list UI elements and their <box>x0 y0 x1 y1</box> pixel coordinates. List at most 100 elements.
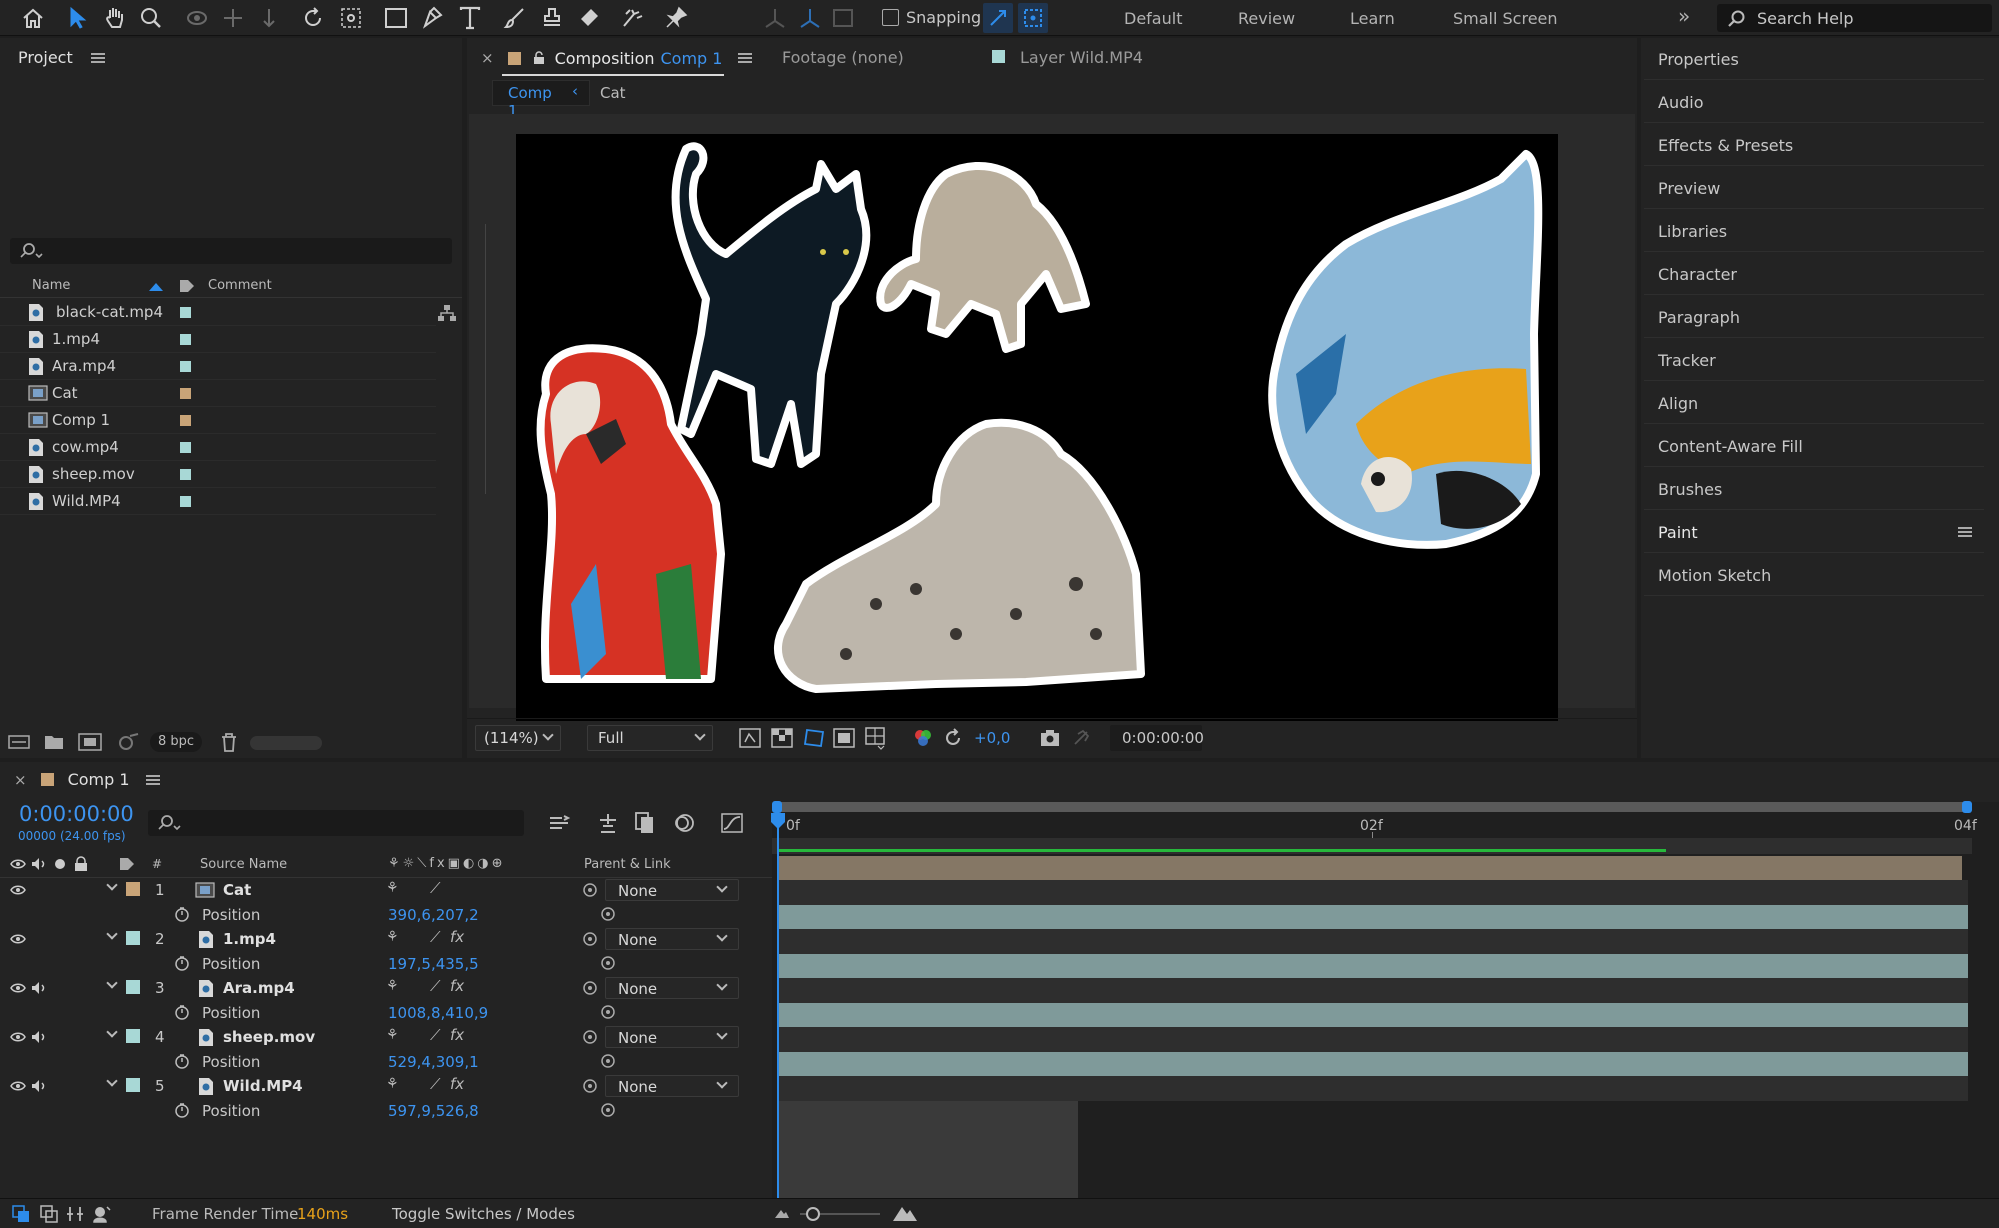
lock-icon[interactable] <box>74 856 88 872</box>
label-color-swatch[interactable] <box>126 1078 140 1092</box>
snapping-checkbox[interactable] <box>882 9 899 26</box>
work-area-bar[interactable] <box>772 802 1972 812</box>
expand-chevron-icon[interactable] <box>106 1026 118 1038</box>
brush-tool-icon[interactable] <box>500 3 530 33</box>
panel-align[interactable]: Align <box>1644 382 1984 424</box>
flowchart-icon[interactable] <box>437 304 457 322</box>
pick-whip-icon[interactable] <box>582 980 598 996</box>
label-color-swatch[interactable] <box>180 442 191 453</box>
workspace-default[interactable]: Default <box>1124 9 1182 28</box>
fast-previews-icon[interactable] <box>739 728 761 748</box>
home-icon[interactable] <box>18 3 48 33</box>
panel-libraries[interactable]: Libraries <box>1644 210 1984 252</box>
layer-switches-toggle-icon[interactable] <box>12 1205 30 1223</box>
project-item-ara-mp4[interactable]: Ara.mp4 <box>0 353 436 380</box>
trash-icon[interactable] <box>220 732 238 752</box>
graph-editor-icon[interactable] <box>720 812 744 834</box>
parent-link-header[interactable]: Parent & Link <box>584 857 671 872</box>
grid-guides-icon[interactable] <box>864 726 886 750</box>
world-axis-icon[interactable] <box>795 3 825 33</box>
playhead-handle-icon[interactable] <box>770 812 786 830</box>
interpret-footage-icon[interactable] <box>8 733 30 751</box>
speaker-icon[interactable] <box>31 981 47 995</box>
dolly-camera-icon[interactable] <box>254 3 284 33</box>
col-comment-header[interactable]: Comment <box>208 278 272 293</box>
stopwatch-icon[interactable] <box>174 906 190 922</box>
composition-tab[interactable]: × Composition Comp 1 <box>481 46 753 70</box>
quality-switch-icon[interactable]: ⟋ <box>430 928 441 946</box>
view-axis-icon[interactable] <box>828 3 858 33</box>
workspace-small-screen[interactable]: Small Screen <box>1453 9 1558 28</box>
panel-character[interactable]: Character <box>1644 253 1984 295</box>
snapping-toggle[interactable]: Snapping <box>882 8 981 27</box>
close-icon[interactable]: × <box>481 49 494 67</box>
label-color-swatch[interactable] <box>126 1029 140 1043</box>
snap-edges-icon[interactable] <box>983 3 1013 33</box>
time-ruler[interactable]: 0f 02f 04f <box>772 814 1982 838</box>
layer-name[interactable]: sheep.mov <box>223 1028 315 1046</box>
zoom-out-mountain-icon[interactable] <box>774 1206 790 1220</box>
zoom-tool-icon[interactable] <box>136 3 166 33</box>
label-color-swatch[interactable] <box>126 931 140 945</box>
thumbnail-slider[interactable] <box>250 736 322 750</box>
label-tag-icon[interactable] <box>178 278 196 294</box>
effects-fx-icon[interactable]: fx <box>450 977 464 995</box>
label-color-swatch[interactable] <box>180 496 191 507</box>
pick-whip-icon[interactable] <box>582 1029 598 1045</box>
search-help-field[interactable]: Search Help <box>1717 4 1992 32</box>
source-name-header[interactable]: Source Name <box>200 857 287 872</box>
layer-name[interactable]: Cat <box>223 881 251 899</box>
pick-whip-icon[interactable] <box>600 1004 616 1020</box>
reset-exposure-icon[interactable] <box>943 728 963 748</box>
timeline-zoom-handle[interactable] <box>806 1207 820 1221</box>
pick-whip-icon[interactable] <box>600 1053 616 1069</box>
snapshot-camera-icon[interactable] <box>1039 728 1061 748</box>
workspace-review[interactable]: Review <box>1238 9 1295 28</box>
shy-switch-icon[interactable]: ⚘ <box>386 880 399 896</box>
layer-row-5[interactable]: 5 Wild.MP4 ⚘ ⟋ fx None <box>0 1074 772 1098</box>
pan-camera-icon[interactable] <box>218 3 248 33</box>
layer-tab[interactable]: Layer Wild.MP4 <box>1020 48 1143 67</box>
label-color-swatch[interactable] <box>180 307 191 318</box>
layer-bar-4[interactable] <box>778 1003 1968 1027</box>
label-color-swatch[interactable] <box>180 334 191 345</box>
quality-switch-icon[interactable]: ⟋ <box>430 977 441 995</box>
transfer-controls-toggle-icon[interactable] <box>40 1205 58 1223</box>
shy-switch-icon[interactable]: ⚘ <box>386 1027 399 1043</box>
more-workspaces-icon[interactable]: » <box>1678 4 1690 28</box>
new-folder-icon[interactable] <box>44 733 64 751</box>
timeline-graph-area[interactable]: 0f 02f 04f <box>770 801 1999 1198</box>
render-time-toggle-icon[interactable] <box>92 1205 112 1223</box>
sort-ascending-icon[interactable] <box>148 282 164 292</box>
toggle-switches-modes-button[interactable]: Toggle Switches / Modes <box>392 1205 575 1223</box>
panel-menu-icon[interactable] <box>145 773 160 787</box>
motion-blur-icon[interactable] <box>672 812 696 834</box>
hand-tool-icon[interactable] <box>100 3 130 33</box>
panel-brushes[interactable]: Brushes <box>1644 468 1984 510</box>
shy-switch-icon[interactable]: ⚘ <box>386 929 399 945</box>
label-color-swatch[interactable] <box>126 980 140 994</box>
stopwatch-icon[interactable] <box>174 1053 190 1069</box>
project-item-cat-comp[interactable]: Cat <box>0 380 436 407</box>
property-row-position-1[interactable]: Position 390,6,207,2 <box>0 902 772 927</box>
pick-whip-icon[interactable] <box>600 1102 616 1118</box>
eraser-tool-icon[interactable] <box>574 3 604 33</box>
project-item-1-mp4[interactable]: 1.mp4 <box>0 326 436 353</box>
transparency-grid-icon[interactable] <box>771 728 793 748</box>
parent-dropdown[interactable]: None <box>605 928 739 950</box>
stopwatch-icon[interactable] <box>174 1102 190 1118</box>
position-value[interactable]: 597,9,526,8 <box>388 1102 479 1120</box>
panel-menu-icon[interactable] <box>90 51 105 65</box>
eye-icon[interactable] <box>10 933 26 945</box>
effects-fx-icon[interactable]: fx <box>450 1075 464 1093</box>
panel-audio[interactable]: Audio <box>1644 81 1984 123</box>
eye-icon[interactable] <box>10 982 26 994</box>
timeline-search-input[interactable] <box>148 810 524 836</box>
project-item-black-cat[interactable]: black-cat.mp4 <box>0 299 436 326</box>
align-axis-icon[interactable] <box>760 3 790 33</box>
pick-whip-icon[interactable] <box>600 906 616 922</box>
close-icon[interactable]: × <box>14 771 27 789</box>
new-composition-icon[interactable] <box>78 732 102 752</box>
project-item-wild-mp4[interactable]: Wild.MP4 <box>0 488 436 515</box>
expand-chevron-icon[interactable] <box>106 1075 118 1087</box>
